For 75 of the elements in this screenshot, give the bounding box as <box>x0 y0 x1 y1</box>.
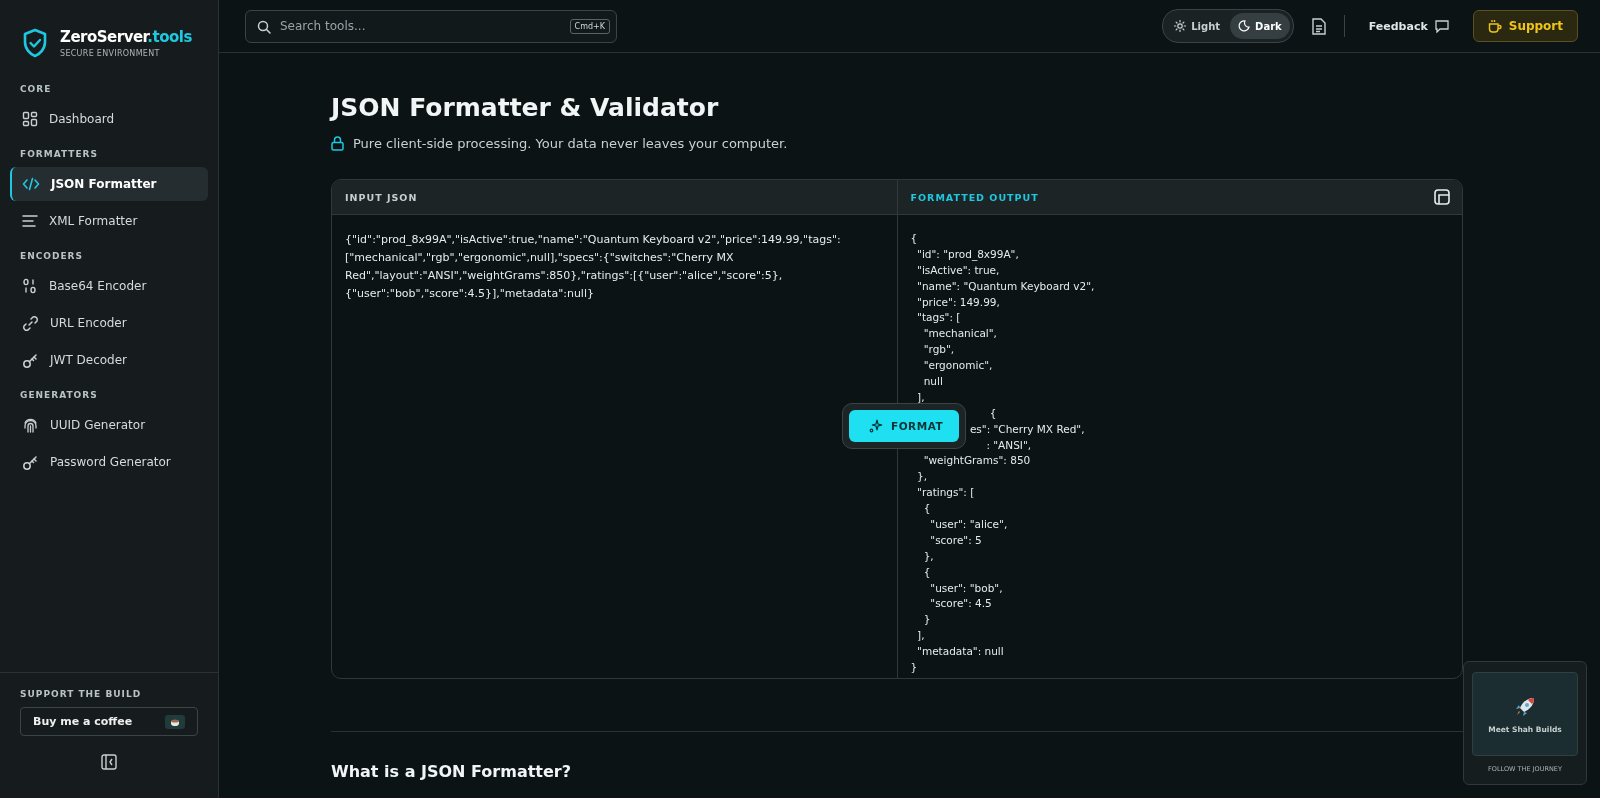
lines-icon <box>22 214 38 228</box>
section-heading: What is a JSON Formatter? <box>331 762 572 781</box>
section-heading: SUPPORT THE BUILD <box>20 688 143 701</box>
brand-tagline: SECURE ENVIRONMENT <box>60 49 161 58</box>
sidebar-item[interactable]: URL Encoder <box>10 306 208 340</box>
code-line: es": "Cherry MX Red", <box>969 422 1085 435</box>
fingerprint-icon <box>22 416 39 434</box>
section-heading: FORMATTERS <box>19 148 99 161</box>
feedback-button[interactable]: Feedback <box>1362 18 1455 34</box>
sidebar-item[interactable]: Dashboard <box>10 102 208 136</box>
code-line: "ratings": [ <box>917 486 975 499</box>
theme-option[interactable]: Light <box>1166 13 1229 39</box>
section-heading: GENERATORS <box>19 389 99 402</box>
collapse-sidebar-icon[interactable] <box>101 754 117 770</box>
cup-icon <box>1487 19 1502 33</box>
panel-header: INPUT JSON <box>345 191 418 203</box>
document-icon[interactable] <box>1311 17 1326 35</box>
code-line: }, <box>923 549 934 562</box>
lock-icon <box>331 136 344 151</box>
section-heading: CORE <box>19 83 53 96</box>
sidebar-item[interactable]: JSON Formatter <box>10 167 208 201</box>
chat-icon <box>1434 19 1449 33</box>
support-button[interactable]: Support <box>1472 10 1578 42</box>
code-line: "weightGrams": 850 <box>923 454 1031 467</box>
code-line: "ergonomic", <box>923 359 993 372</box>
sparkle-icon <box>869 419 883 433</box>
code-line: { <box>910 232 918 244</box>
code-line: { <box>989 406 997 419</box>
sidebar-item[interactable]: UUID Generator <box>10 408 208 442</box>
code-line: "price": 149.99, <box>917 295 1000 308</box>
code-line: "score": 5 <box>930 533 982 546</box>
sidebar-item[interactable]: JWT Decoder <box>10 343 208 377</box>
search-icon <box>257 19 271 34</box>
section-heading: ENCODERS <box>19 250 84 263</box>
key-icon <box>22 351 39 369</box>
coffee-button[interactable]: Buy me a coffee <box>20 707 198 736</box>
link-icon <box>22 314 39 332</box>
sun-icon <box>1174 20 1187 32</box>
code-line: { <box>923 502 931 515</box>
code-line: } <box>923 613 931 626</box>
code-line: "tags": [ <box>917 311 961 324</box>
code-line: "metadata": null <box>917 645 1004 658</box>
panel-header: FORMATTED OUTPUT <box>910 191 1039 203</box>
code-line: } <box>910 661 918 674</box>
binary-icon <box>22 278 38 294</box>
code-icon <box>22 177 40 191</box>
sidebar-item[interactable]: XML Formatter <box>10 204 208 238</box>
code-line: ], <box>917 629 925 642</box>
moon-icon <box>1238 20 1251 32</box>
code-line: }, <box>917 470 928 483</box>
page-title: JSON Formatter & Validator <box>331 93 720 122</box>
code-line: : "ANSI", <box>986 438 1032 451</box>
code-line: "id": "prod_8x99A", <box>917 247 1019 260</box>
page-subtitle: Pure client-side processing. Your data never leaves your computer. <box>353 136 788 151</box>
brand-name: ZeroServer.tools <box>60 28 192 46</box>
shield-check-icon <box>22 28 48 58</box>
code-line: "user": "alice", <box>930 518 1008 531</box>
copy-icon[interactable] <box>1434 189 1450 205</box>
sidebar-item[interactable]: Password Generator <box>10 445 208 479</box>
code-line: "name": "Quantum Keyboard v2", <box>917 279 1095 292</box>
shortcut-hint: Cmd+K <box>569 18 610 34</box>
cup-icon <box>165 714 185 729</box>
grid-icon <box>22 111 38 127</box>
code-line: null <box>923 375 943 387</box>
sidebar-item[interactable]: Base64 Encoder <box>10 269 208 303</box>
code-line: "score": 4.5 <box>930 597 992 610</box>
format-button[interactable]: FORMAT <box>849 410 960 442</box>
key-icon <box>22 453 39 471</box>
code-line: "isActive": true, <box>917 263 1000 276</box>
code-line: "mechanical", <box>923 327 997 340</box>
code-line: ], <box>917 390 925 403</box>
code-line: "user": "bob", <box>930 581 1003 594</box>
theme-option[interactable]: Dark <box>1230 13 1290 39</box>
code-line: "rgb", <box>923 343 955 356</box>
code-line: { <box>923 565 931 578</box>
